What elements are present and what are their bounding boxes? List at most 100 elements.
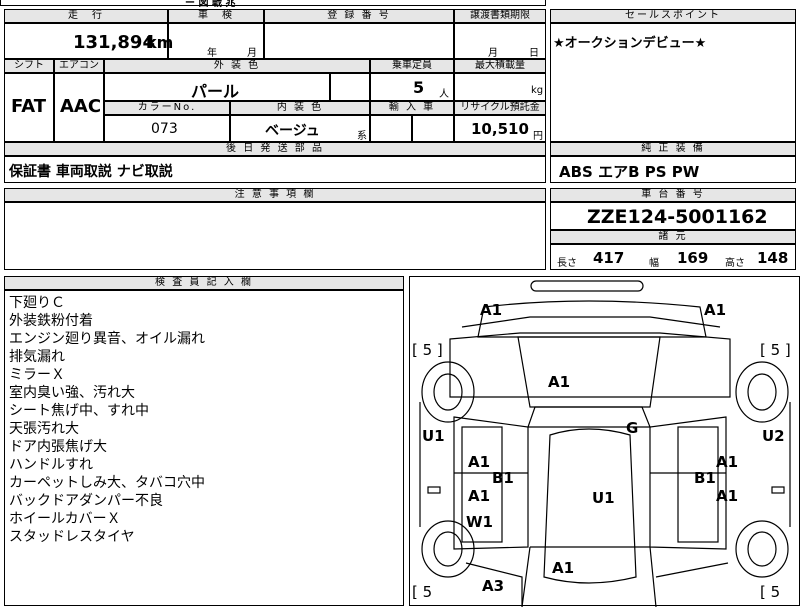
length-label: 長さ	[557, 258, 577, 269]
inspector-note: シート焦げ中、すれ中	[9, 403, 149, 419]
exterior-color-cell: パール	[104, 73, 330, 101]
inspector-note: 排気漏れ	[9, 349, 65, 365]
diag-left-pillar: B1	[492, 469, 514, 487]
exterior-color-header: 外 装 色	[104, 59, 370, 73]
inspector-note: 外装鉄粉付着	[9, 313, 93, 329]
aircon-value: AAC	[60, 96, 102, 117]
interior-color-suffix: 系	[357, 131, 367, 142]
tire-front-right: [ 5 ]	[760, 341, 791, 359]
chassis-no-value: ZZE124-5001162	[587, 206, 768, 228]
sale-point-cell: ★オークションデビュー★	[550, 23, 796, 142]
import-cell-a	[370, 115, 412, 142]
interior-color-cell: ベージュ 系	[230, 115, 370, 142]
interior-color-header: 内 装 色	[230, 101, 370, 115]
diag-left-fender: U1	[422, 427, 445, 445]
inspector-note: カーペットしみ大、タバコ穴中	[9, 475, 205, 491]
height-value: 148	[757, 249, 789, 267]
tire-rear-left: [ 5	[412, 583, 433, 601]
interior-color-value: ベージュ	[265, 123, 320, 139]
color-no-header: カラーNo.	[104, 101, 230, 115]
aircon-header: エアコン	[54, 59, 104, 73]
inspector-note: 天張汚れ大	[9, 421, 79, 437]
genuine-equip-cell: ABS エアB PS PW	[550, 156, 796, 183]
caution-header: 注 意 事 項 欄	[4, 188, 546, 202]
shift-header: シフト	[4, 59, 54, 73]
height-label: 高さ	[725, 258, 745, 269]
specs-header: 諸 元	[550, 230, 796, 244]
color-no-cell: 073	[104, 115, 230, 142]
shift-cell: FAT	[4, 73, 54, 142]
import-header: 輸 入 車	[370, 101, 454, 115]
diag-rear: A1	[552, 559, 575, 577]
chassis-no-header: 車 台 番 号	[550, 188, 796, 202]
capacity-value: 5	[413, 78, 425, 97]
import-cell-b	[412, 115, 454, 142]
inspector-note: ホイールカバーＸ	[9, 511, 121, 527]
genuine-equip-header: 純 正 装 備	[550, 142, 796, 156]
exterior-color-value: パール	[191, 82, 240, 101]
inspector-note: 室内臭い強、汚れ大	[9, 385, 135, 401]
diag-left-front-door: A1	[468, 453, 491, 471]
diag-rear-left: A3	[482, 577, 505, 595]
inspection-header: 車 検	[168, 9, 264, 23]
transfer-day: 日	[529, 48, 539, 59]
max-load-header: 最大積載量	[454, 59, 546, 73]
specs-cell: 長さ 417 幅 169 高さ 148	[550, 244, 796, 270]
recycle-value: 10,510	[471, 120, 529, 138]
recycle-unit: 円	[533, 131, 543, 142]
shift-value: FAT	[11, 96, 47, 117]
transfer-month: 月	[488, 48, 498, 59]
inspector-note: ドア内張焦げ大	[9, 439, 107, 455]
vehicle-diagram: A1 A1 A1 G A1 B1 A1 W1 A1 B1 A1 U1 U1 U2…	[409, 276, 800, 607]
load-unit: kg	[531, 85, 544, 96]
inspector-note: スタッドレスタイヤ	[9, 529, 135, 545]
tire-rear-right: [ 5	[760, 583, 781, 601]
max-load-cell: kg	[454, 73, 546, 101]
length-value: 417	[593, 249, 625, 267]
top-fragment-text: ー 図 戦 兆	[185, 0, 236, 9]
reg-no-cell	[264, 23, 454, 59]
recycle-cell: 10,510 円	[454, 115, 546, 142]
inspector-notes: 下廻りＣ 外装鉄粉付着エンジン廻り異音、オイル漏れ 排気漏れミラーＸ 室内臭い強、汚れ…	[4, 290, 404, 606]
aircon-cell: AAC	[54, 73, 104, 142]
recycle-header: リサイクル預託金	[454, 101, 546, 115]
diag-left-sill: W1	[466, 513, 493, 531]
inspector-note: エンジン廻り異音、オイル漏れ	[9, 331, 205, 347]
diag-top-right: A1	[704, 301, 727, 319]
sale-point-text: ★オークションデビュー★	[553, 36, 707, 51]
diag-roof: G	[626, 419, 639, 437]
diag-center: U1	[592, 489, 615, 507]
mileage-cell: 131,894 km	[4, 23, 173, 59]
capacity-unit: 人	[439, 89, 449, 100]
sale-point-header: セールスポイント	[550, 9, 796, 23]
inspector-header: 検 査 員 記 入 欄	[4, 276, 404, 290]
inspector-note: ミラーＸ	[9, 367, 65, 383]
diag-right-rear-door: A1	[716, 487, 739, 505]
transfer-cell: 月 日	[454, 23, 546, 59]
reg-no-header: 登 録 番 号	[264, 9, 454, 23]
inspector-note: 下廻りＣ	[9, 295, 65, 311]
diag-right-pillar: B1	[694, 469, 716, 487]
later-parts-value: 保証書 車両取説 ナビ取説	[9, 164, 173, 180]
later-parts-header: 後 日 発 送 部 品	[4, 142, 546, 156]
inspector-note: ハンドルすれ	[9, 457, 93, 473]
transfer-header: 譲渡書類期限	[454, 9, 546, 23]
mileage-value: 131,894	[73, 32, 155, 53]
car-outline	[419, 280, 791, 607]
diag-right-fender: U2	[762, 427, 785, 445]
diag-left-rear-door: A1	[468, 487, 491, 505]
diag-right-front-door: A1	[716, 453, 739, 471]
width-value: 169	[677, 249, 709, 267]
diag-hood: A1	[548, 373, 571, 391]
top-fragment-row	[0, 0, 546, 6]
caution-cell	[4, 202, 546, 270]
capacity-header: 乗車定員	[370, 59, 454, 73]
month-unit: 月	[247, 48, 257, 59]
later-parts-cell: 保証書 車両取説 ナビ取説	[4, 156, 546, 183]
chassis-no-cell: ZZE124-5001162	[550, 202, 796, 230]
year-unit: 年	[207, 48, 217, 59]
tire-front-left: [ 5 ]	[412, 341, 443, 359]
inspector-note: バックドアダンパー不良	[9, 493, 163, 509]
exterior-color-extra	[330, 73, 370, 101]
color-no-value: 073	[151, 121, 178, 137]
